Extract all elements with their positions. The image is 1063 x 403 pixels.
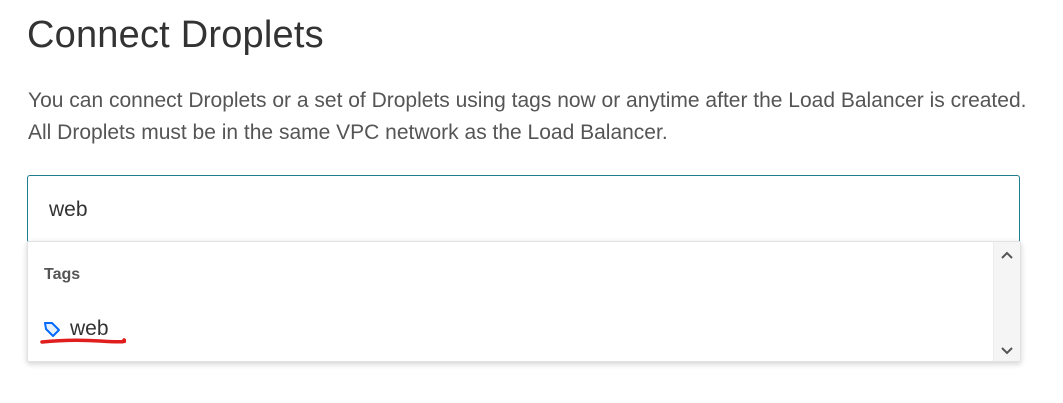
page-title: Connect Droplets	[27, 14, 324, 56]
connect-droplets-page: Connect Droplets You can connect Droplet…	[0, 0, 1063, 403]
dropdown-scrollbar[interactable]	[993, 242, 1020, 361]
chevron-up-icon[interactable]	[999, 249, 1015, 261]
chevron-down-icon[interactable]	[999, 343, 1015, 355]
droplet-search-box[interactable]	[27, 175, 1020, 243]
droplet-search-input[interactable]	[49, 194, 989, 226]
autocomplete-dropdown: Tags web	[27, 241, 1021, 362]
annotation-underline	[40, 338, 126, 344]
section-description: You can connect Droplets or a set of Dro…	[28, 89, 1027, 144]
dropdown-group-label: Tags	[44, 266, 81, 283]
